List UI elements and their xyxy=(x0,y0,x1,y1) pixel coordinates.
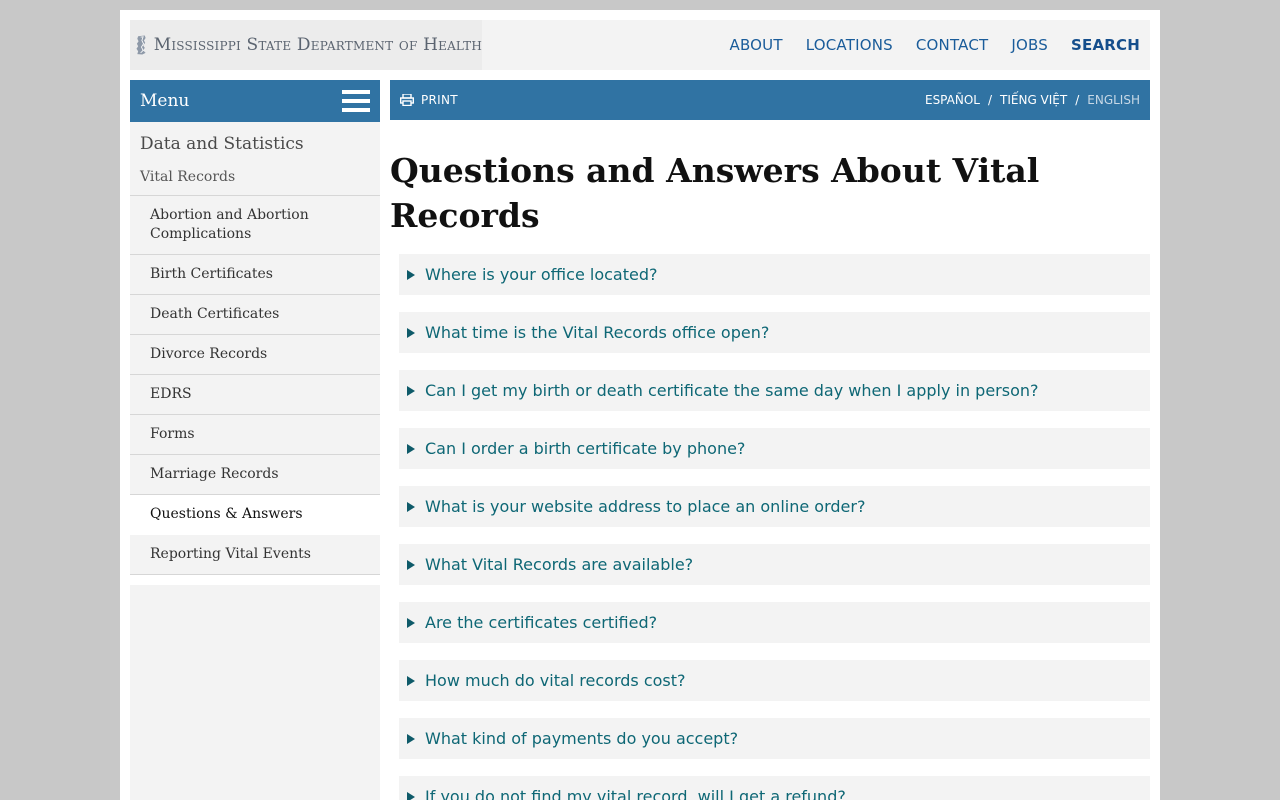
print-label: PRINT xyxy=(421,93,458,107)
logo-text: Mississippi State Department of Health xyxy=(153,35,482,55)
sidebar-item-reporting-vital-events[interactable]: Reporting Vital Events xyxy=(130,535,380,575)
nav-search[interactable]: SEARCH xyxy=(1071,36,1140,54)
page-title: Questions and Answers About Vital Record… xyxy=(390,151,1040,235)
faq-item[interactable]: What kind of payments do you accept? xyxy=(399,718,1150,759)
faq-item[interactable]: How much do vital records cost? xyxy=(399,660,1150,701)
mississippi-state-outline-icon xyxy=(136,35,146,55)
hamburger-icon xyxy=(342,90,370,112)
sidebar-item-marriage-records[interactable]: Marriage Records xyxy=(130,455,380,495)
expand-triangle-icon xyxy=(407,269,415,280)
faq-question: What kind of payments do you accept? xyxy=(425,729,739,748)
utility-bar: PRINT ESPAÑOL / TIẾNG VIỆT / ENGLISH xyxy=(390,80,1150,120)
expand-triangle-icon xyxy=(407,443,415,454)
sidebar-item-death-certificates[interactable]: Death Certificates xyxy=(130,295,380,335)
faq-question: Can I get my birth or death certificate … xyxy=(425,381,1039,400)
faq-question: What Vital Records are available? xyxy=(425,555,694,574)
menu-toggle[interactable]: Menu xyxy=(130,80,380,122)
lang-separator: / xyxy=(987,93,993,107)
faq-item[interactable]: Can I order a birth certificate by phone… xyxy=(399,428,1150,469)
site-logo[interactable]: Mississippi State Department of Health xyxy=(130,20,482,70)
sidebar-nav: Data and Statistics Vital Records Aborti… xyxy=(130,122,380,800)
faq-item[interactable]: What time is the Vital Records office op… xyxy=(399,312,1150,353)
nav-jobs[interactable]: JOBS xyxy=(1011,36,1048,54)
sidebar-item-birth-certificates[interactable]: Birth Certificates xyxy=(130,255,380,295)
faq-question: Can I order a birth certificate by phone… xyxy=(425,439,746,458)
expand-triangle-icon xyxy=(407,385,415,396)
expand-triangle-icon xyxy=(407,733,415,744)
sidebar-item-forms[interactable]: Forms xyxy=(130,415,380,455)
sidebar-item-divorce-records[interactable]: Divorce Records xyxy=(130,335,380,375)
lang-english[interactable]: ENGLISH xyxy=(1087,93,1140,107)
sidebar-section-data-and-statistics[interactable]: Data and Statistics xyxy=(130,122,380,160)
faq-question: How much do vital records cost? xyxy=(425,671,686,690)
sidebar-item-edrs[interactable]: EDRS xyxy=(130,375,380,415)
faq-question: Where is your office located? xyxy=(425,265,658,284)
sidebar-item-abortion[interactable]: Abortion and Abortion Complications xyxy=(130,196,380,255)
faq-item[interactable]: What is your website address to place an… xyxy=(399,486,1150,527)
expand-triangle-icon xyxy=(407,501,415,512)
faq-question: What is your website address to place an… xyxy=(425,497,866,516)
printer-icon xyxy=(400,94,414,106)
sidebar-item-questions-answers[interactable]: Questions & Answers xyxy=(130,495,380,535)
sidebar-parent-vital-records[interactable]: Vital Records xyxy=(130,160,380,196)
nav-contact[interactable]: CONTACT xyxy=(916,36,989,54)
expand-triangle-icon xyxy=(407,791,415,800)
menu-label: Menu xyxy=(140,91,190,111)
top-nav: ABOUT LOCATIONS CONTACT JOBS SEARCH xyxy=(706,20,1140,70)
faq-list: Where is your office located? What time … xyxy=(399,254,1150,800)
nav-locations[interactable]: LOCATIONS xyxy=(806,36,893,54)
lang-espanol[interactable]: ESPAÑOL xyxy=(925,93,980,107)
expand-triangle-icon xyxy=(407,559,415,570)
sidebar-divider xyxy=(130,575,380,585)
faq-item[interactable]: Can I get my birth or death certificate … xyxy=(399,370,1150,411)
expand-triangle-icon xyxy=(407,617,415,628)
expand-triangle-icon xyxy=(407,675,415,686)
faq-question: What time is the Vital Records office op… xyxy=(425,323,770,342)
faq-item[interactable]: Where is your office located? xyxy=(399,254,1150,295)
faq-item[interactable]: Are the certificates certified? xyxy=(399,602,1150,643)
page: Mississippi State Department of Health A… xyxy=(120,10,1160,800)
faq-question: Are the certificates certified? xyxy=(425,613,658,632)
faq-item[interactable]: What Vital Records are available? xyxy=(399,544,1150,585)
nav-about[interactable]: ABOUT xyxy=(729,36,782,54)
expand-triangle-icon xyxy=(407,327,415,338)
print-button[interactable]: PRINT xyxy=(400,93,458,107)
faq-question: If you do not find my vital record, will… xyxy=(425,787,846,800)
site-header: Mississippi State Department of Health A… xyxy=(130,20,1150,70)
language-switcher: ESPAÑOL / TIẾNG VIỆT / ENGLISH xyxy=(925,93,1140,107)
lang-separator: / xyxy=(1075,93,1080,107)
lang-tieng-viet[interactable]: TIẾNG VIỆT xyxy=(1000,93,1067,107)
faq-item[interactable]: If you do not find my vital record, will… xyxy=(399,776,1150,800)
